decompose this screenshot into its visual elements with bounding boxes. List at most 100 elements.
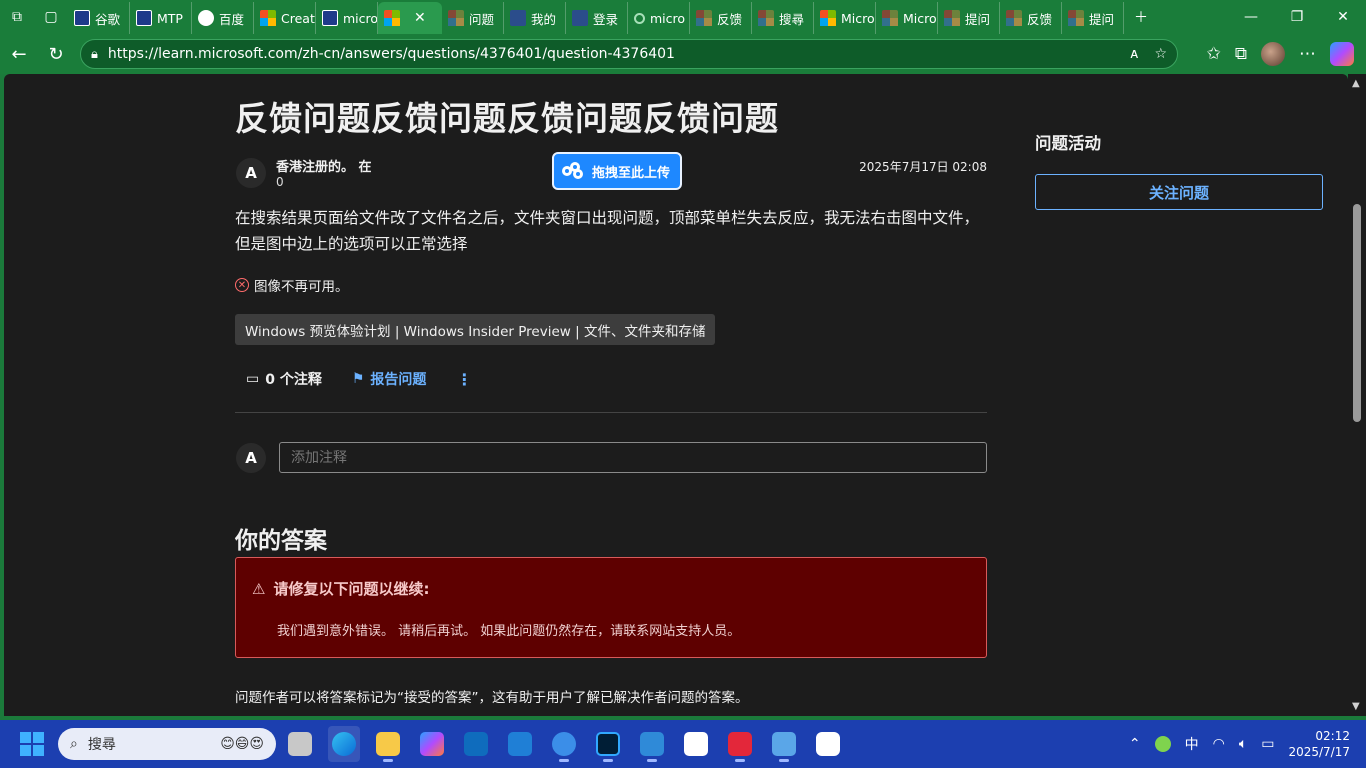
windows-start-icon[interactable]: [20, 732, 44, 756]
pen-app-icon[interactable]: [680, 726, 712, 762]
tab-label: micro: [650, 10, 686, 26]
tab-13[interactable]: Micro: [814, 2, 876, 34]
tab-7[interactable]: 问题: [442, 2, 504, 34]
tab-label: 搜尋: [779, 11, 805, 27]
outlook-icon[interactable]: [460, 726, 492, 762]
close-window-button[interactable]: ✕: [1320, 0, 1366, 34]
taskbar-search[interactable]: ⌕ 搜尋 😊😄😍: [58, 728, 276, 760]
red-app-icon[interactable]: [724, 726, 756, 762]
tab-9[interactable]: 登录: [566, 2, 628, 34]
upload-overlay-button[interactable]: 拖拽至此上传: [552, 152, 682, 190]
tab-8[interactable]: 我的: [504, 2, 566, 34]
tab-3[interactable]: 百度: [192, 2, 254, 34]
microsoft-icon: [448, 10, 464, 26]
tab-12[interactable]: 搜尋: [752, 2, 814, 34]
back-button[interactable]: ←: [0, 35, 38, 73]
scrollbar-thumb[interactable]: [1353, 204, 1361, 422]
address-bar-row: ← ↻ 🔒︎ https://learn.microsoft.com/zh-cn…: [0, 34, 1366, 74]
wifi-icon[interactable]: ◠: [1213, 736, 1225, 752]
question-activity-heading: 问题活动: [1035, 134, 1101, 153]
tab-14[interactable]: Micro: [876, 2, 938, 34]
photoshop-icon[interactable]: [592, 726, 624, 762]
tab-label: 提问: [965, 11, 991, 27]
baidu-netdisk-icon[interactable]: [812, 726, 844, 762]
close-tab-icon[interactable]: ✕: [410, 10, 426, 26]
paw-icon: [322, 10, 338, 26]
paw-icon: [136, 10, 152, 26]
question-date: 2025年7月17日 02:08: [859, 160, 987, 174]
ime-indicator[interactable]: 中: [1185, 734, 1199, 754]
edge-browser-icon[interactable]: [328, 726, 360, 762]
photos-icon[interactable]: [636, 726, 668, 762]
comments-label: 0 个注释: [265, 372, 322, 388]
microsoft-icon: [1006, 10, 1022, 26]
error-alert: ⚠ 请修复以下问题以继续: 我们遇到意外错误。 请稍后再试。 如果此问题仍然存在…: [235, 557, 987, 658]
scroll-up-icon[interactable]: ▲: [1352, 78, 1360, 89]
comments-button[interactable]: ▭ 0 个注释: [246, 369, 322, 389]
profile-avatar[interactable]: [1261, 42, 1285, 66]
page-scrollbar[interactable]: ▲ ▼: [1348, 74, 1366, 716]
tab-16[interactable]: 反馈: [1000, 2, 1062, 34]
baidu-cloud-icon: [562, 162, 584, 180]
tab-strip: 谷歌 MTP 百度 Creat micro ✕ 问题 我的 登录 micro 反…: [68, 0, 1124, 34]
tab-label: 登录: [593, 11, 619, 27]
people-sync-icon[interactable]: [548, 726, 580, 762]
comment-icon: ▭: [246, 371, 260, 387]
refresh-button[interactable]: ↻: [37, 35, 75, 73]
tab-5[interactable]: micro: [316, 2, 378, 34]
url-text[interactable]: https://learn.microsoft.com/zh-cn/answer…: [108, 46, 675, 62]
microsoft-icon: [260, 10, 276, 26]
question-body: 在搜索结果页面给文件改了文件名之后，文件夹窗口出现问题，顶部菜单栏失去反应，我无…: [235, 209, 980, 253]
microsoft-icon: [820, 10, 836, 26]
more-menu-icon[interactable]: ⋯: [1299, 44, 1316, 64]
minimize-button[interactable]: —: [1228, 0, 1274, 34]
add-comment-input[interactable]: [279, 442, 987, 473]
file-explorer-icon[interactable]: [372, 726, 404, 762]
new-tab-button[interactable]: ＋: [1124, 0, 1158, 34]
microsoft-store-icon[interactable]: [504, 726, 536, 762]
copilot-icon[interactable]: [1330, 42, 1354, 66]
extensions-icon[interactable]: ⧉: [1235, 44, 1247, 64]
volume-icon[interactable]: 🔈︎: [1239, 736, 1247, 752]
author-name[interactable]: 香港注册的。 在: [276, 156, 372, 175]
tab-1[interactable]: 谷歌: [68, 2, 130, 34]
scroll-down-icon[interactable]: ▼: [1352, 701, 1360, 712]
restore-button[interactable]: ❐: [1274, 0, 1320, 34]
author-avatar[interactable]: A: [236, 158, 266, 188]
system-clock[interactable]: 02:12 2025/7/17: [1288, 728, 1350, 760]
tab-bar: ⧉ ▢ 谷歌 MTP 百度 Creat micro ✕ 问题 我的 登录 mic…: [0, 0, 1366, 34]
battery-icon[interactable]: ▭: [1261, 736, 1274, 752]
author-reputation: 0: [276, 175, 284, 189]
copilot-app-icon[interactable]: [416, 726, 448, 762]
emoji-decoration-icon: 😊😄😍: [220, 736, 264, 752]
report-button[interactable]: ⚑ 报告问题: [352, 369, 427, 389]
more-actions-icon[interactable]: ⋮: [456, 370, 472, 389]
tab-10[interactable]: micro: [628, 2, 690, 34]
tab-active[interactable]: ✕: [378, 2, 442, 34]
chevron-up-icon[interactable]: ⌃: [1129, 736, 1141, 752]
tab-actions-icon[interactable]: ▢: [34, 0, 68, 34]
clock-time: 02:12: [1315, 729, 1350, 743]
tab-11[interactable]: 反馈: [690, 2, 752, 34]
microsoft-icon: [696, 10, 712, 26]
workspaces-icon[interactable]: ⧉: [0, 0, 34, 34]
tab-15[interactable]: 提问: [938, 2, 1000, 34]
read-aloud-icon[interactable]: ᴀ: [1130, 46, 1138, 62]
question-tag[interactable]: Windows 预览体验计划 | Windows Insider Preview…: [235, 314, 716, 345]
tray-app-icon[interactable]: [1154, 736, 1171, 752]
follow-question-button[interactable]: 关注问题: [1035, 174, 1323, 210]
tab-2[interactable]: MTP: [130, 2, 192, 34]
tab-4[interactable]: Creat: [254, 2, 316, 34]
page-content: 反馈问题反馈问题反馈问题反馈问题 A 香港注册的。 在 0 拖拽至此上传 202…: [4, 74, 1348, 716]
address-bar[interactable]: 🔒︎ https://learn.microsoft.com/zh-cn/ans…: [80, 39, 1178, 69]
favorite-star-icon[interactable]: ☆: [1154, 46, 1167, 62]
report-label: 报告问题: [370, 372, 427, 388]
favorites-icon[interactable]: ✩: [1207, 44, 1221, 64]
lock-icon[interactable]: 🔒︎: [91, 47, 98, 62]
tab-17[interactable]: 提问: [1062, 2, 1124, 34]
paint-icon[interactable]: [768, 726, 800, 762]
microsoft-icon: [384, 10, 400, 26]
question-title: 反馈问题反馈问题反馈问题反馈问题: [235, 99, 779, 138]
task-view-icon[interactable]: [284, 726, 316, 762]
paw-icon: [74, 10, 90, 26]
